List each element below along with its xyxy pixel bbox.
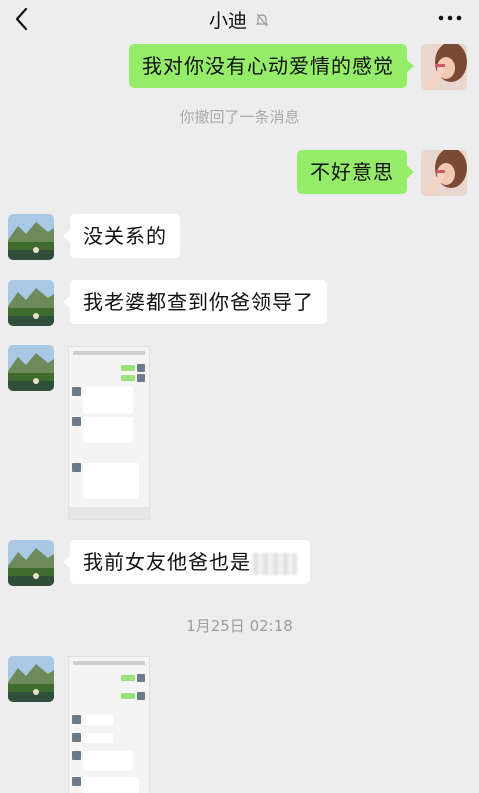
contact-avatar[interactable] xyxy=(8,345,54,391)
message-bubble-received[interactable]: 我老婆都查到你爸领导了 xyxy=(63,280,327,324)
bell-muted-icon xyxy=(255,13,269,26)
my-avatar[interactable] xyxy=(421,44,467,90)
recalled-notice: 你撤回了一条消息 xyxy=(179,108,300,126)
blurred-redaction xyxy=(253,552,297,575)
contact-avatar[interactable] xyxy=(8,214,54,260)
contact-avatar[interactable] xyxy=(8,656,54,702)
message-text: 我前女友他爸也是 xyxy=(83,550,251,574)
more-dots-icon[interactable] xyxy=(437,10,463,26)
message-bubble-received[interactable]: 我前女友他爸也是 xyxy=(63,540,310,584)
message-bubble-sent[interactable]: 我对你没有心动爱情的感觉 xyxy=(129,44,414,88)
contact-avatar[interactable] xyxy=(8,280,54,326)
image-message-screenshot[interactable] xyxy=(68,346,150,520)
image-message-screenshot[interactable] xyxy=(68,656,150,793)
message-bubble-sent[interactable]: 不好意思 xyxy=(297,150,414,194)
message-bubble-received[interactable]: 没关系的 xyxy=(63,214,180,258)
timestamp: 1月25日 02:18 xyxy=(186,617,293,635)
contact-avatar[interactable] xyxy=(8,540,54,586)
chat-title-bar: 小迪 xyxy=(0,6,479,32)
chat-title: 小迪 xyxy=(208,10,247,32)
chat-header: 小迪 xyxy=(0,0,479,38)
my-avatar[interactable] xyxy=(421,150,467,196)
